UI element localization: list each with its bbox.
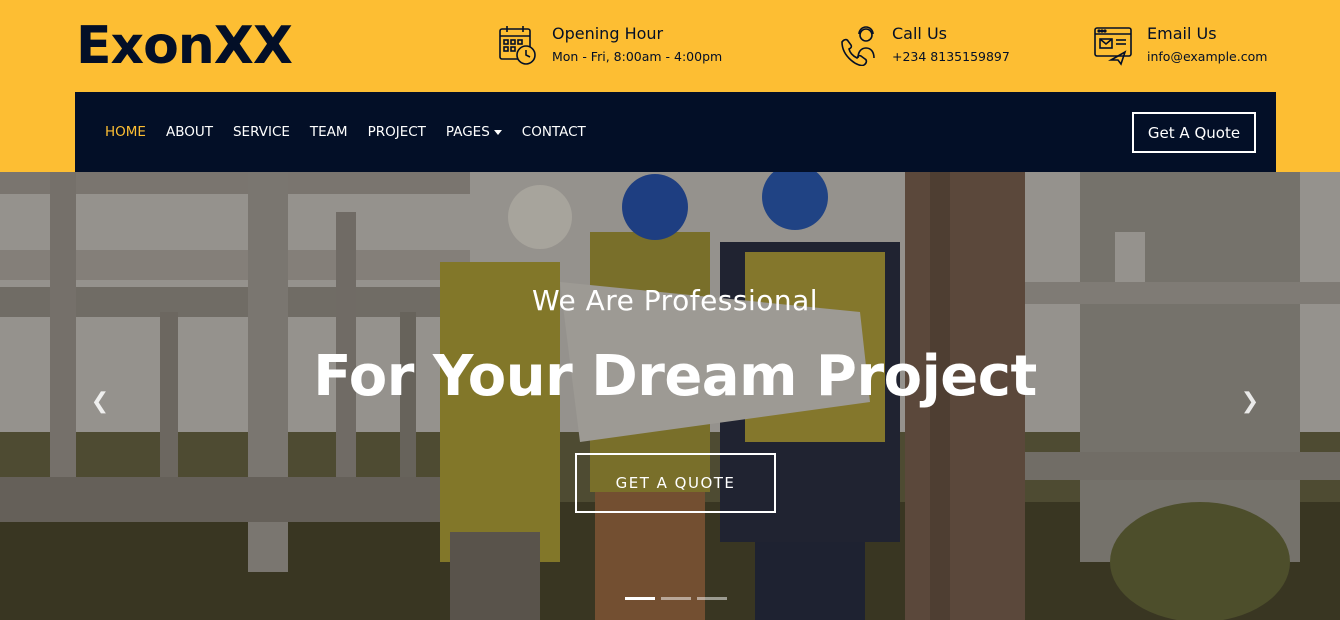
top-header: ExonXX Opening Hour Mon - Fri, 8:00am - … <box>0 0 1340 172</box>
opening-hours-block: Opening Hour Mon - Fri, 8:00am - 4:00pm <box>498 24 722 70</box>
call-us-number[interactable]: +234 8135159897 <box>892 48 1010 66</box>
hero-get-a-quote-button[interactable]: GET A QUOTE <box>575 453 776 513</box>
nav-item-label: HOME <box>105 124 146 140</box>
carousel-indicator[interactable] <box>625 597 655 600</box>
nav-menu: HOME ABOUT SERVICE TEAM PROJECT PAGES CO… <box>105 92 606 172</box>
email-us-title: Email Us <box>1147 24 1217 43</box>
nav-item-team[interactable]: TEAM <box>310 124 348 140</box>
email-icon <box>1093 24 1133 66</box>
nav-item-about[interactable]: ABOUT <box>166 124 213 140</box>
nav-item-pages[interactable]: PAGES <box>446 124 502 140</box>
opening-hours-detail: Mon - Fri, 8:00am - 4:00pm <box>552 49 723 64</box>
hero-subtitle: We Are Professional <box>531 284 819 317</box>
nav-item-home[interactable]: HOME <box>105 124 146 140</box>
nav-item-project[interactable]: PROJECT <box>368 124 426 140</box>
email-us-block: Email Us info@example.com <box>1093 24 1267 70</box>
calendar-clock-icon <box>498 24 538 66</box>
main-navbar: HOME ABOUT SERVICE TEAM PROJECT PAGES CO… <box>75 92 1276 172</box>
carousel-indicators <box>625 597 733 600</box>
nav-item-label: CONTACT <box>521 124 586 140</box>
hero-title: For Your Dream Project <box>313 344 1037 409</box>
carousel-indicator[interactable] <box>697 597 727 600</box>
call-us-block: Call Us +234 8135159897 <box>838 24 1010 70</box>
nav-item-label: ABOUT <box>165 124 213 140</box>
hero-carousel: ❮ ❯ We Are Professional For Your Dream P… <box>0 172 1340 620</box>
support-phone-icon <box>838 24 878 67</box>
nav-item-contact[interactable]: CONTACT <box>522 124 586 140</box>
nav-item-label: PAGES <box>445 124 490 140</box>
nav-item-label: PROJECT <box>367 124 426 140</box>
email-us-address[interactable]: info@example.com <box>1147 48 1267 66</box>
nav-item-label: TEAM <box>309 124 348 140</box>
opening-hours-title: Opening Hour <box>552 24 664 43</box>
brand-logo[interactable]: ExonXX <box>76 14 293 78</box>
carousel-indicator[interactable] <box>661 597 691 600</box>
nav-item-label: SERVICE <box>232 124 290 140</box>
nav-item-service[interactable]: SERVICE <box>233 124 290 140</box>
get-a-quote-button[interactable]: Get A Quote <box>1132 112 1256 153</box>
call-us-title: Call Us <box>892 24 947 43</box>
caret-down-icon <box>493 129 502 135</box>
